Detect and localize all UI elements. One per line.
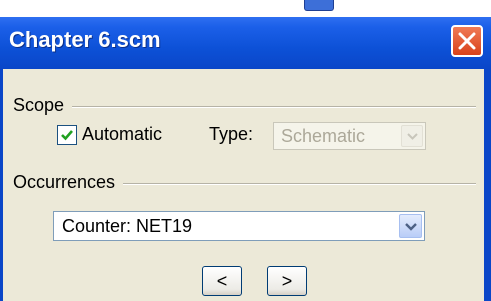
scope-divider — [13, 106, 476, 108]
occurrence-select[interactable]: Counter: NET19 — [53, 211, 425, 241]
window-title: Chapter 6.scm — [9, 27, 161, 52]
occurrence-select-value: Counter: NET19 — [62, 216, 193, 236]
checkmark-icon — [61, 130, 73, 141]
taskbar-fragment — [304, 0, 334, 11]
chevron-down-icon — [405, 223, 417, 231]
title-bar[interactable]: Chapter 6.scm — [0, 17, 491, 69]
occurrence-select-arrow[interactable] — [399, 214, 422, 238]
background-strip — [0, 0, 491, 17]
automatic-label[interactable]: Automatic — [82, 124, 162, 145]
automatic-checkbox[interactable] — [57, 125, 77, 145]
dialog-window: Chapter 6.scm Scope Automatic Type: Sche… — [0, 17, 491, 301]
previous-button[interactable]: < — [202, 266, 242, 296]
type-select-value: Schematic — [281, 126, 366, 146]
scope-group-label: Scope — [13, 95, 73, 116]
chevron-down-icon — [407, 133, 418, 140]
close-button[interactable] — [451, 25, 483, 57]
close-icon — [458, 32, 476, 50]
next-button[interactable]: > — [267, 266, 307, 296]
type-select: Schematic — [273, 122, 426, 150]
type-label: Type: — [209, 124, 254, 144]
dialog-content: Scope Automatic Type: Schematic Occurren… — [3, 69, 484, 301]
type-select-arrow — [401, 125, 423, 147]
occurrences-group-label: Occurrences — [13, 172, 124, 193]
